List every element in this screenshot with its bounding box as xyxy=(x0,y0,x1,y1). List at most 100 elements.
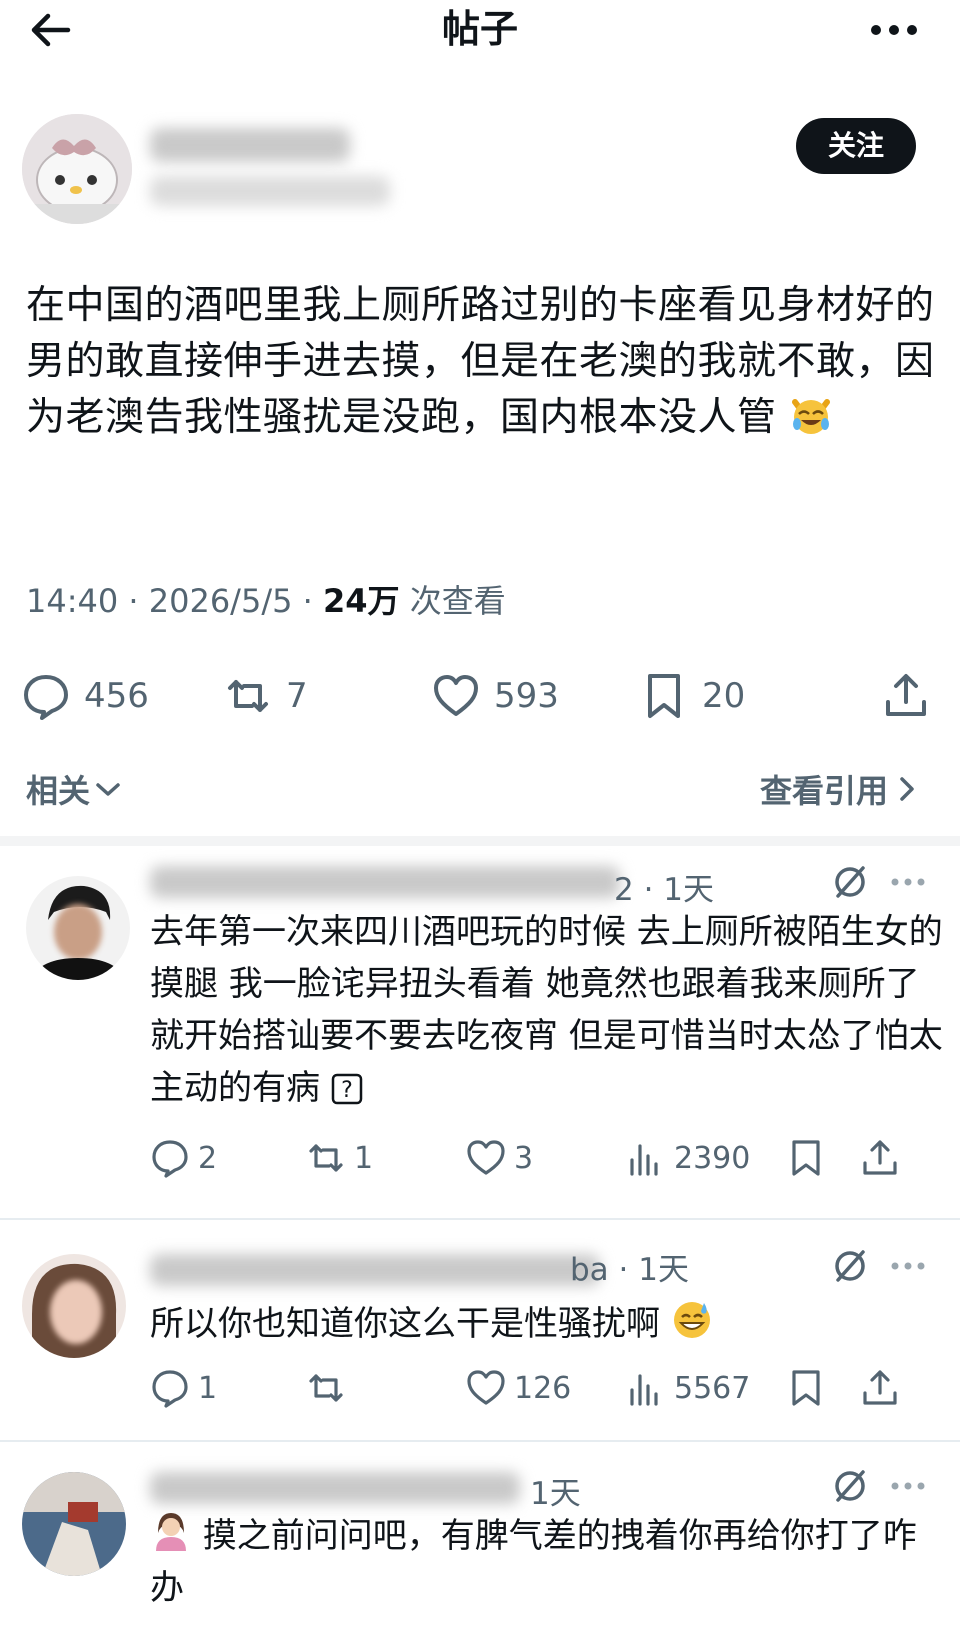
reply-avatar[interactable] xyxy=(26,876,130,980)
author-handle-blurred[interactable] xyxy=(150,176,390,206)
reply-text: 所以你也知道你这么干是性骚扰啊 xyxy=(150,1298,950,1350)
reply-bookmark-button[interactable] xyxy=(786,1360,826,1416)
more-options-button[interactable] xyxy=(864,10,924,50)
page-title: 帖子 xyxy=(441,7,518,51)
reply-repost-count: 1 xyxy=(354,1140,374,1176)
reply-repost-button[interactable] xyxy=(306,1360,354,1416)
more-dots-icon xyxy=(891,1482,925,1490)
bookmark-count: 20 xyxy=(702,676,746,716)
repost-count: 7 xyxy=(286,676,308,716)
related-label: 相关 xyxy=(26,772,91,810)
reply-username-blurred[interactable] xyxy=(150,866,620,898)
views-count: 24万 xyxy=(322,582,400,620)
reply-share-button[interactable] xyxy=(860,1360,900,1416)
top-bar: 帖子 xyxy=(0,0,960,62)
bookmark-icon xyxy=(792,1140,820,1176)
reply-like-count: 3 xyxy=(514,1140,534,1176)
reply-comment-count: 2 xyxy=(198,1140,218,1176)
repost-button[interactable]: 7 xyxy=(224,660,308,732)
reply-header: 2 · 1天 xyxy=(614,872,715,908)
comment-icon xyxy=(152,1370,188,1408)
heart-icon xyxy=(467,1370,505,1405)
reply-like-button[interactable]: 3 xyxy=(466,1130,533,1186)
repost-icon xyxy=(309,1144,343,1172)
grok-button[interactable] xyxy=(828,1464,872,1508)
share-icon xyxy=(863,1140,897,1175)
avatar-image xyxy=(26,876,130,980)
heart-icon xyxy=(434,675,478,716)
reply-item[interactable]: 1天 摸之前问问吧，有脾气差的拽着你再给你打了咋办 xyxy=(0,1442,960,1632)
reply-more-button[interactable] xyxy=(886,860,930,904)
reply-repost-button[interactable]: 1 xyxy=(306,1130,373,1186)
post-action-bar: 456 7 593 20 xyxy=(0,660,960,732)
post-text: 在中国的酒吧里我上厕所路过别的卡座看见身材好的男的敢直接伸手进去摸，但是在老澳的… xyxy=(26,278,936,446)
grinning-sweat-emoji-icon xyxy=(673,1302,710,1338)
views-label: 次查看 xyxy=(409,582,506,620)
reply-comment-count: 1 xyxy=(198,1370,218,1406)
reply-comment-button[interactable]: 1 xyxy=(150,1360,217,1416)
reply-username-blurred[interactable] xyxy=(150,1472,520,1504)
reply-count: 456 xyxy=(84,676,149,716)
back-button[interactable] xyxy=(24,8,76,52)
comment-icon xyxy=(24,675,68,720)
bookmark-button[interactable]: 20 xyxy=(640,660,745,732)
like-button[interactable]: 593 xyxy=(432,660,559,732)
reply-comment-button[interactable]: 2 xyxy=(150,1130,217,1186)
reply-header: ba · 1天 xyxy=(570,1252,689,1288)
chevron-down-icon xyxy=(96,783,120,796)
reply-text: 摸之前问问吧，有脾气差的拽着你再给你打了咋办 xyxy=(150,1510,940,1614)
reply-time: 1天 xyxy=(663,872,715,908)
reply-views-button[interactable]: 5567 xyxy=(626,1360,750,1416)
arrow-left-icon xyxy=(31,13,71,47)
section-divider xyxy=(0,836,960,846)
reply-more-button[interactable] xyxy=(886,1244,930,1288)
grok-icon xyxy=(835,1250,865,1282)
author-avatar[interactable] xyxy=(22,114,132,224)
reply-like-count: 126 xyxy=(514,1370,572,1406)
more-dots-icon xyxy=(871,25,917,35)
reply-item[interactable]: 2 · 1天 去年第一次来四川酒吧玩的时候 去上厕所被陌生女的摸腿 我一脸诧异扭… xyxy=(0,846,960,1218)
repost-icon xyxy=(228,680,268,712)
reply-share-button[interactable] xyxy=(860,1130,900,1186)
reply-avatar[interactable] xyxy=(22,1472,126,1576)
grok-button[interactable] xyxy=(828,860,872,904)
related-dropdown[interactable]: 相关 xyxy=(26,766,122,812)
question-box-icon: ? xyxy=(331,1073,363,1105)
reply-text-content: 摸之前问问吧，有脾气差的拽着你再给你打了咋办 xyxy=(150,1516,917,1608)
reply-handle-fragment: 2 xyxy=(614,872,634,908)
post-meta: 14:40 · 2026/5/5 · 24万 次查看 xyxy=(26,582,506,620)
reply-header: 1天 xyxy=(530,1468,581,1513)
reply-button[interactable]: 456 xyxy=(22,660,149,732)
reply-bookmark-button[interactable] xyxy=(786,1130,826,1186)
view-quotes-link[interactable]: 查看引用 xyxy=(760,766,918,812)
share-icon xyxy=(886,674,926,716)
bar-chart-icon xyxy=(630,1144,658,1176)
reply-views-button[interactable]: 2390 xyxy=(626,1130,750,1186)
grok-button[interactable] xyxy=(828,1244,872,1288)
follow-button[interactable]: 关注 xyxy=(796,118,916,174)
reply-avatar[interactable] xyxy=(22,1254,126,1358)
more-dots-icon xyxy=(891,878,925,886)
grok-icon xyxy=(835,1470,865,1502)
grok-icon xyxy=(835,866,865,898)
reply-text-content: 所以你也知道你这么干是性骚扰啊 xyxy=(150,1304,660,1344)
more-dots-icon xyxy=(891,1262,925,1270)
heart-icon xyxy=(467,1140,505,1175)
post-date: 2026/5/5 xyxy=(148,582,293,620)
reply-more-button[interactable] xyxy=(886,1464,930,1508)
reply-views-count: 2390 xyxy=(674,1140,751,1176)
reply-item[interactable]: ba · 1天 所以你也知道你这么干是性骚扰啊 1 126 5567 xyxy=(0,1220,960,1440)
reply-text: 去年第一次来四川酒吧玩的时候 去上厕所被陌生女的摸腿 我一脸诧异扭头看着 她竟然… xyxy=(150,906,950,1114)
author-name-blurred[interactable] xyxy=(150,128,350,162)
reply-username-blurred[interactable] xyxy=(150,1254,600,1286)
avatar-image xyxy=(22,1472,126,1576)
bookmark-icon xyxy=(648,674,680,718)
repost-icon xyxy=(309,1374,343,1402)
reply-handle-fragment: ba xyxy=(570,1252,609,1288)
avatar-image xyxy=(22,1254,126,1358)
reply-text-content: 去年第一次来四川酒吧玩的时候 去上厕所被陌生女的摸腿 我一脸诧异扭头看着 她竟然… xyxy=(150,912,943,1108)
view-quotes-label: 查看引用 xyxy=(760,772,889,810)
share-button[interactable] xyxy=(882,660,930,732)
comment-icon xyxy=(152,1140,188,1178)
reply-like-button[interactable]: 126 xyxy=(466,1360,571,1416)
